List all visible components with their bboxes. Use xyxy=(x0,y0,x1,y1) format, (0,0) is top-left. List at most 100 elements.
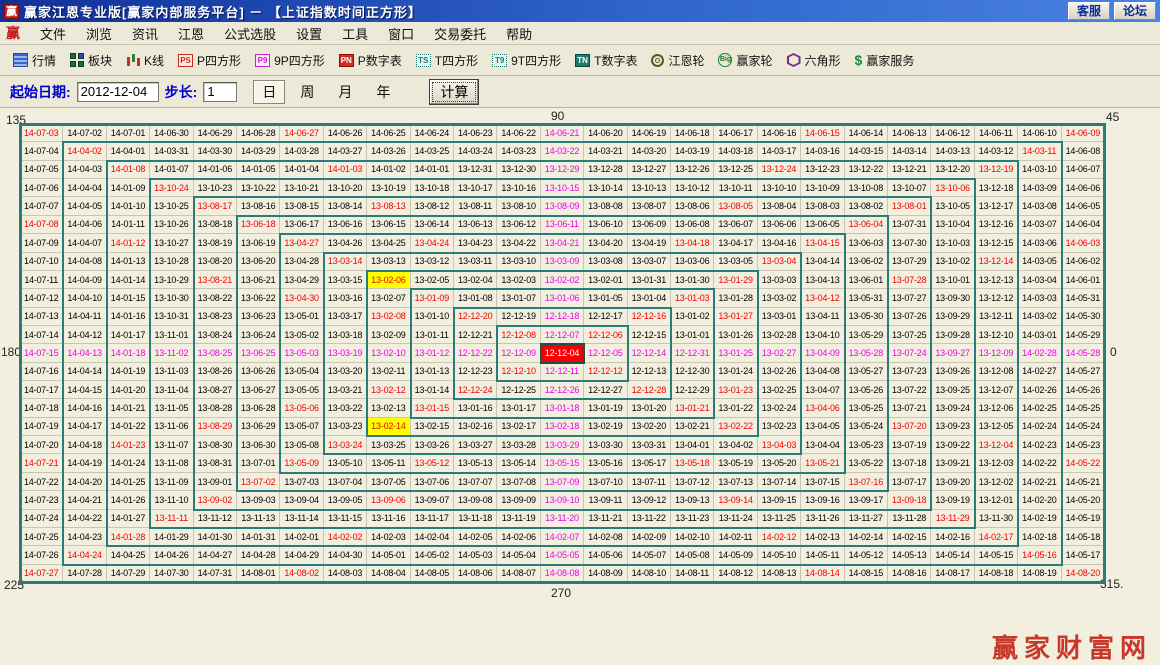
date-cell[interactable]: 13-04-06 xyxy=(801,399,845,418)
toolbar-p-number-table[interactable]: PN P数字表 xyxy=(332,48,409,72)
date-cell[interactable]: 14-02-25 xyxy=(1018,399,1062,418)
date-cell[interactable]: 14-07-25 xyxy=(20,527,64,547)
date-cell[interactable]: 14-08-02 xyxy=(280,564,324,583)
date-cell[interactable]: 14-03-27 xyxy=(323,142,368,161)
date-cell[interactable]: 14-03-16 xyxy=(801,142,845,161)
date-cell[interactable]: 13-11-19 xyxy=(497,509,541,528)
date-cell[interactable]: 13-05-02 xyxy=(280,325,324,345)
date-cell[interactable]: 13-04-21 xyxy=(540,234,585,253)
date-cell[interactable]: 13-09-23 xyxy=(931,417,975,437)
date-cell[interactable]: 14-02-13 xyxy=(801,527,845,547)
date-cell[interactable]: 13-04-13 xyxy=(801,270,845,290)
date-cell[interactable]: 14-07-22 xyxy=(20,472,64,492)
date-cell[interactable]: 13-12-19 xyxy=(974,160,1019,180)
date-cell[interactable]: 13-01-22 xyxy=(714,399,758,418)
date-cell[interactable]: 14-07-01 xyxy=(106,124,151,143)
date-cell[interactable]: 13-12-06 xyxy=(974,399,1019,418)
date-cell[interactable]: 14-07-30 xyxy=(150,564,194,583)
date-cell[interactable]: 14-08-09 xyxy=(584,564,628,583)
menu-item-trade[interactable]: 交易委托 xyxy=(424,22,496,45)
date-cell[interactable]: 13-04-18 xyxy=(671,234,715,253)
date-cell[interactable]: 13-12-07 xyxy=(974,381,1019,400)
date-cell[interactable]: 13-06-10 xyxy=(584,215,628,235)
date-cell[interactable]: 13-07-05 xyxy=(367,472,411,492)
date-cell[interactable]: 14-02-08 xyxy=(584,527,628,547)
date-cell[interactable]: 13-04-28 xyxy=(280,252,324,271)
date-cell[interactable]: 13-10-03 xyxy=(931,234,975,253)
date-cell[interactable]: 13-12-18 xyxy=(974,179,1019,198)
date-cell[interactable]: 13-07-07 xyxy=(454,472,498,492)
date-cell[interactable]: 13-09-01 xyxy=(193,472,237,492)
date-cell[interactable]: 13-12-24 xyxy=(757,160,802,180)
date-cell[interactable]: 13-05-28 xyxy=(844,344,888,363)
menu-item-news[interactable]: 资讯 xyxy=(122,22,168,45)
date-cell[interactable]: 14-05-08 xyxy=(671,546,715,565)
date-cell[interactable]: 14-07-28 xyxy=(63,564,107,583)
date-cell[interactable]: 13-11-04 xyxy=(150,381,194,400)
date-cell[interactable]: 14-08-13 xyxy=(757,564,802,583)
date-cell[interactable]: 14-06-23 xyxy=(454,124,498,143)
date-cell[interactable]: 13-08-03 xyxy=(801,197,845,216)
date-cell[interactable]: 14-06-14 xyxy=(844,124,888,143)
date-cell[interactable]: 13-02-20 xyxy=(627,417,671,437)
date-cell[interactable]: 13-08-05 xyxy=(714,197,758,216)
date-cell[interactable]: 13-05-23 xyxy=(844,436,888,455)
date-cell[interactable]: 13-03-17 xyxy=(323,307,368,326)
date-cell[interactable]: 13-03-28 xyxy=(497,436,541,455)
date-cell[interactable]: 13-06-08 xyxy=(671,215,715,235)
date-cell[interactable]: 14-04-06 xyxy=(63,215,107,235)
date-cell[interactable]: 13-07-28 xyxy=(888,270,932,290)
date-cell[interactable]: 13-12-30 xyxy=(497,160,541,180)
date-cell[interactable]: 14-01-04 xyxy=(280,160,324,180)
date-cell[interactable]: 13-03-24 xyxy=(323,436,368,455)
date-cell[interactable]: 13-05-19 xyxy=(714,454,758,473)
date-cell[interactable]: 13-11-16 xyxy=(367,509,411,528)
date-cell[interactable]: 13-04-17 xyxy=(714,234,758,253)
date-cell[interactable]: 13-07-15 xyxy=(801,472,845,492)
date-cell[interactable]: 13-06-01 xyxy=(844,270,888,290)
date-cell[interactable]: 14-05-26 xyxy=(1061,381,1105,400)
date-cell[interactable]: 14-02-03 xyxy=(367,527,411,547)
date-cell[interactable]: 12-12-25 xyxy=(497,381,541,400)
date-cell[interactable]: 13-10-02 xyxy=(931,252,975,271)
date-cell[interactable]: 13-04-26 xyxy=(323,234,368,253)
date-cell[interactable]: 14-08-04 xyxy=(367,564,411,583)
date-cell[interactable]: 13-07-30 xyxy=(888,234,932,253)
date-cell[interactable]: 14-02-02 xyxy=(323,527,368,547)
date-cell[interactable]: 13-09-05 xyxy=(323,491,368,510)
date-cell[interactable]: 14-01-28 xyxy=(106,527,151,547)
date-cell[interactable]: 14-01-29 xyxy=(150,527,194,547)
date-cell[interactable]: 14-05-03 xyxy=(454,546,498,565)
date-cell[interactable]: 14-03-25 xyxy=(410,142,454,161)
date-cell[interactable]: 13-01-01 xyxy=(671,325,715,345)
date-cell[interactable]: 14-03-15 xyxy=(844,142,888,161)
date-cell[interactable]: 14-05-31 xyxy=(1061,289,1105,308)
date-cell[interactable]: 13-01-23 xyxy=(714,381,758,400)
date-cell[interactable]: 14-07-19 xyxy=(20,417,64,437)
date-cell[interactable]: 14-05-22 xyxy=(1061,454,1105,473)
date-cell[interactable]: 13-06-19 xyxy=(237,234,281,253)
date-cell[interactable]: 14-06-27 xyxy=(280,124,324,143)
date-cell[interactable]: 14-01-05 xyxy=(237,160,281,180)
date-cell[interactable]: 14-08-05 xyxy=(410,564,454,583)
date-cell[interactable]: 14-03-01 xyxy=(1018,325,1062,345)
date-cell[interactable]: 14-07-09 xyxy=(20,234,64,253)
date-cell[interactable]: 14-04-15 xyxy=(63,381,107,400)
date-cell[interactable]: 14-05-09 xyxy=(714,546,758,565)
date-cell[interactable]: 13-12-26 xyxy=(671,160,715,180)
date-cell[interactable]: 14-03-28 xyxy=(280,142,324,161)
date-cell[interactable]: 14-07-18 xyxy=(20,399,64,418)
date-cell[interactable]: 14-06-17 xyxy=(714,124,758,143)
date-cell[interactable]: 13-04-23 xyxy=(454,234,498,253)
date-cell[interactable]: 13-07-14 xyxy=(757,472,802,492)
date-cell[interactable]: 12-12-22 xyxy=(454,344,498,363)
date-cell[interactable]: 13-12-09 xyxy=(974,344,1019,363)
date-cell[interactable]: 13-05-16 xyxy=(584,454,628,473)
date-cell[interactable]: 13-11-10 xyxy=(150,491,194,510)
date-cell[interactable]: 13-04-20 xyxy=(584,234,628,253)
date-cell[interactable]: 13-04-27 xyxy=(280,234,324,253)
date-cell[interactable]: 14-06-02 xyxy=(1061,252,1105,271)
date-cell[interactable]: 14-07-31 xyxy=(193,564,237,583)
date-cell[interactable]: 13-09-24 xyxy=(931,399,975,418)
date-cell[interactable]: 13-08-08 xyxy=(584,197,628,216)
